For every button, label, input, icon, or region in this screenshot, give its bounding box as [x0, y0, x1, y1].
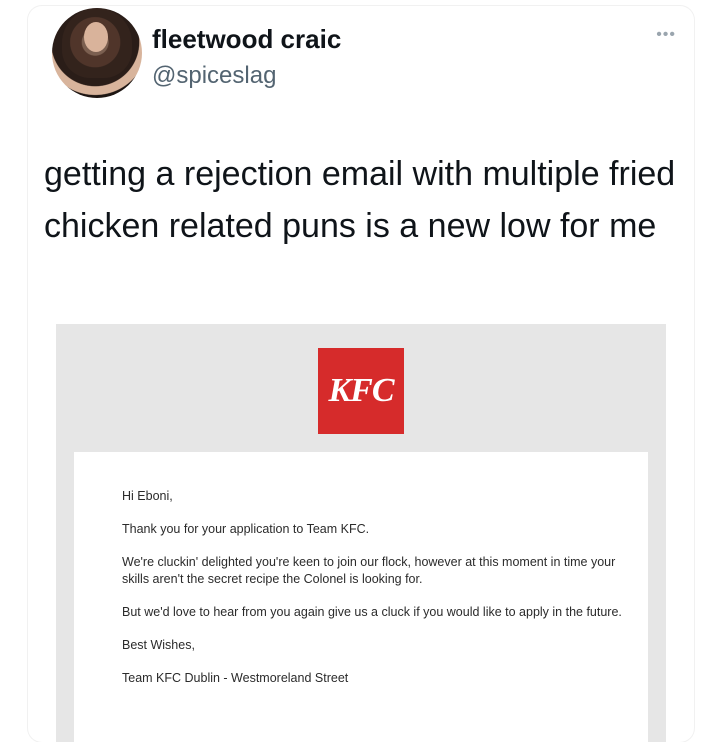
email-card: Hi Eboni, Thank you for your application…: [74, 452, 648, 742]
email-line: But we'd love to hear from you again giv…: [122, 605, 622, 619]
avatar[interactable]: [52, 8, 142, 98]
avatar-face: [84, 22, 108, 52]
display-name[interactable]: fleetwood craic: [152, 24, 341, 55]
email-line: Thank you for your application to Team K…: [122, 522, 370, 536]
email-line: We're cluckin' delighted you're keen to …: [122, 555, 616, 586]
email-signature: Team KFC Dublin - Westmoreland Street: [122, 671, 349, 685]
kfc-logo-text: KFC: [328, 372, 394, 409]
tweet-text: getting a rejection email with multiple …: [44, 155, 676, 245]
email-greeting: Hi Eboni,: [122, 489, 173, 503]
more-horizontal-icon[interactable]: •••: [656, 26, 676, 44]
tweet-card: fleetwood craic @spiceslag ••• getting a…: [28, 6, 694, 742]
kfc-logo: KFC: [318, 348, 404, 434]
user-handle[interactable]: @spiceslag: [152, 62, 276, 90]
email-signoff: Best Wishes,: [122, 638, 195, 652]
email-body: Hi Eboni, Thank you for your application…: [122, 488, 642, 703]
email-screenshot: KFC Hi Eboni, Thank you for your applica…: [56, 324, 666, 742]
